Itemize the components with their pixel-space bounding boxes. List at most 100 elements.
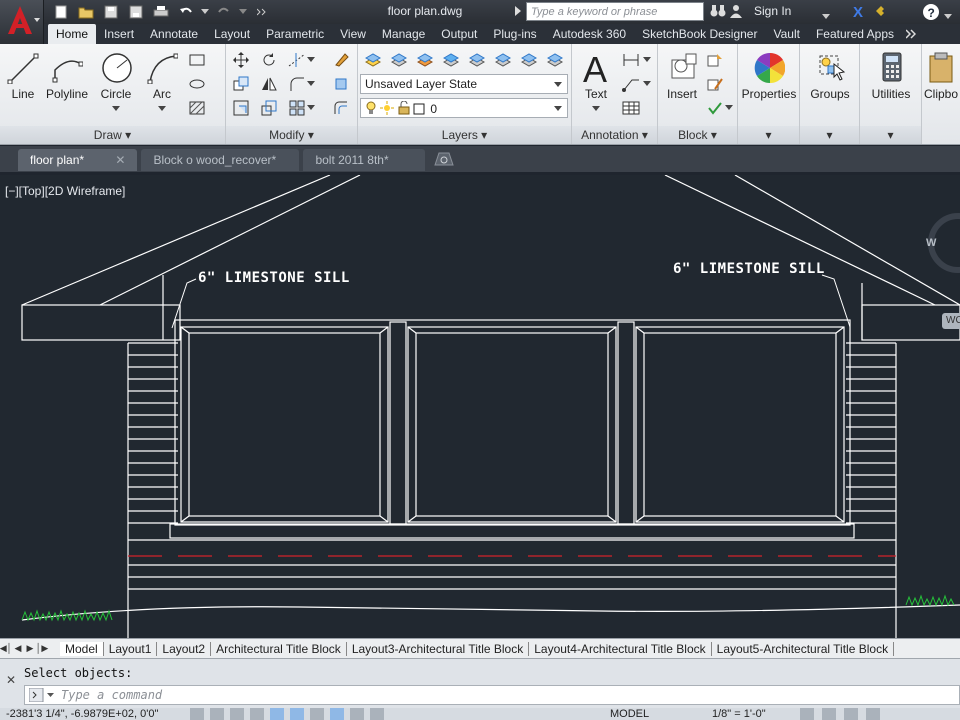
doc-tab-bolt-2011[interactable]: bolt 2011 8th* bbox=[303, 149, 426, 171]
arc-dropdown-icon[interactable] bbox=[158, 106, 166, 112]
layer-select[interactable]: 0 bbox=[360, 98, 568, 118]
new-icon[interactable] bbox=[50, 2, 72, 22]
redo-icon[interactable] bbox=[213, 2, 235, 22]
layer-freeze-icon[interactable] bbox=[440, 50, 462, 70]
tab-annotate[interactable]: Annotate bbox=[142, 24, 206, 44]
sign-in-link[interactable]: Sign In bbox=[754, 4, 791, 18]
layout-tab-layout2[interactable]: Layout2 bbox=[157, 641, 212, 656]
clipboard-button[interactable]: Clipbo bbox=[924, 50, 960, 101]
properties-panel-expand[interactable]: ▾ bbox=[738, 126, 799, 144]
layer-walk-icon[interactable] bbox=[518, 50, 540, 70]
save-icon[interactable] bbox=[100, 2, 122, 22]
polyline-tool-button[interactable]: Polyline bbox=[44, 50, 90, 101]
help-dropdown-icon[interactable] bbox=[874, 3, 890, 22]
offset-icon[interactable] bbox=[330, 98, 352, 118]
scale-icon[interactable] bbox=[258, 98, 280, 118]
wcs-menu-button[interactable]: WC bbox=[942, 313, 960, 329]
groups-button[interactable]: Groups bbox=[802, 50, 858, 101]
help-menu-dropdown-icon[interactable] bbox=[944, 9, 952, 23]
tab-vault[interactable]: Vault bbox=[765, 24, 807, 44]
tab-parametric[interactable]: Parametric bbox=[258, 24, 332, 44]
text-tool-button[interactable]: A Text bbox=[578, 49, 614, 115]
utilities-panel-expand[interactable]: ▾ bbox=[860, 126, 921, 144]
workspace-icon[interactable] bbox=[800, 708, 814, 720]
ellipse-icon[interactable] bbox=[186, 74, 208, 94]
tab-autodesk-360[interactable]: Autodesk 360 bbox=[545, 24, 634, 44]
lineweight-icon[interactable] bbox=[350, 708, 364, 720]
modify-panel-title[interactable]: Modify ▾ bbox=[226, 126, 357, 144]
settings-icon[interactable] bbox=[844, 708, 858, 720]
previous-layout-icon[interactable]: ◀ bbox=[12, 641, 24, 657]
close-tab-icon[interactable]: ✕ bbox=[115, 153, 125, 167]
grid-icon[interactable] bbox=[210, 708, 224, 720]
properties-button[interactable]: Properties bbox=[740, 50, 798, 101]
otrack-icon[interactable] bbox=[290, 708, 304, 720]
block-panel-title[interactable]: Block ▾ bbox=[658, 126, 737, 144]
coordinates-readout[interactable]: -2381'3 1/4", -6.9879E+02, 0'0" bbox=[6, 708, 158, 720]
layer-merge-icon[interactable] bbox=[544, 50, 566, 70]
trim-dropdown-icon[interactable] bbox=[306, 50, 316, 70]
application-menu-button[interactable] bbox=[0, 0, 44, 44]
layout-tab-layout4[interactable]: Layout4-Architectural Title Block bbox=[529, 641, 712, 656]
dyn-icon[interactable] bbox=[330, 708, 344, 720]
polar-icon[interactable] bbox=[250, 708, 264, 720]
move-icon[interactable] bbox=[230, 50, 252, 70]
tab-view[interactable]: View bbox=[332, 24, 374, 44]
ducs-icon[interactable] bbox=[310, 708, 324, 720]
dimension-icon[interactable] bbox=[620, 50, 642, 70]
layer-state-select[interactable]: Unsaved Layer State bbox=[360, 74, 568, 94]
last-layout-icon[interactable]: │▶ bbox=[36, 641, 49, 657]
drawing-canvas[interactable]: 6" LIMESTONE SILL 6" LIMESTONE SILL W WC bbox=[0, 175, 960, 638]
annotation-panel-title[interactable]: Annotation ▾ bbox=[572, 126, 657, 144]
tab-sketchbook-designer[interactable]: SketchBook Designer bbox=[634, 24, 765, 44]
exchange-icon[interactable]: X bbox=[852, 3, 870, 22]
edit-block-icon[interactable] bbox=[704, 74, 726, 94]
erase-icon[interactable] bbox=[330, 50, 352, 70]
left-sill-annotation[interactable]: 6" LIMESTONE SILL bbox=[198, 270, 350, 286]
layer-properties-icon[interactable] bbox=[362, 50, 384, 70]
ortho-icon[interactable] bbox=[230, 708, 244, 720]
leader-dropdown-icon[interactable] bbox=[642, 74, 652, 94]
new-tab-icon[interactable] bbox=[433, 149, 455, 172]
layout-tab-model[interactable]: Model bbox=[60, 641, 104, 656]
tab-manage[interactable]: Manage bbox=[374, 24, 433, 44]
save-as-icon[interactable] bbox=[125, 2, 147, 22]
rotate-icon[interactable] bbox=[258, 50, 280, 70]
table-icon[interactable] bbox=[620, 98, 642, 118]
tab-featured-apps[interactable]: Featured Apps bbox=[808, 24, 902, 44]
osnap-icon[interactable] bbox=[270, 708, 284, 720]
arc-tool-button[interactable]: Arc bbox=[142, 50, 182, 115]
edit-attributes-dropdown-icon[interactable] bbox=[724, 98, 734, 118]
layers-panel-title[interactable]: Layers ▾ bbox=[358, 126, 571, 144]
plot-icon[interactable] bbox=[150, 2, 172, 22]
next-layout-icon[interactable]: ▶ bbox=[24, 641, 36, 657]
sign-in-dropdown-icon[interactable] bbox=[822, 9, 830, 23]
layer-off-icon[interactable] bbox=[466, 50, 488, 70]
search-input[interactable]: Type a keyword or phrase bbox=[526, 2, 704, 21]
transparency-icon[interactable] bbox=[370, 708, 384, 720]
fillet-dropdown-icon[interactable] bbox=[306, 74, 316, 94]
right-sill-annotation[interactable]: 6" LIMESTONE SILL bbox=[673, 261, 825, 277]
create-block-icon[interactable] bbox=[704, 50, 726, 70]
layer-state-icon[interactable] bbox=[388, 50, 410, 70]
undo-icon[interactable] bbox=[175, 2, 197, 22]
binoculars-icon[interactable] bbox=[710, 4, 726, 21]
user-icon[interactable] bbox=[730, 4, 742, 21]
ribbon-more-tabs-icon[interactable] bbox=[902, 24, 920, 44]
leader-icon[interactable] bbox=[620, 74, 642, 94]
command-input[interactable]: Type a command bbox=[24, 685, 960, 705]
groups-panel-expand[interactable]: ▾ bbox=[800, 126, 859, 144]
lock-ui-icon[interactable] bbox=[822, 708, 836, 720]
doc-tab-block-o-wood[interactable]: Block o wood_recover* bbox=[141, 149, 300, 171]
viewport-controls-label[interactable]: [−][Top][2D Wireframe] bbox=[5, 184, 125, 198]
model-space-toggle[interactable]: MODEL bbox=[610, 708, 649, 720]
layer-lock-icon[interactable] bbox=[492, 50, 514, 70]
circle-dropdown-icon[interactable] bbox=[112, 106, 120, 112]
insert-tool-button[interactable]: Insert bbox=[662, 50, 702, 101]
circle-tool-button[interactable]: Circle bbox=[96, 50, 136, 115]
tab-plug-ins[interactable]: Plug-ins bbox=[485, 24, 544, 44]
doc-tab-floor-plan[interactable]: floor plan* ✕ bbox=[18, 149, 138, 171]
clean-screen-icon[interactable] bbox=[866, 708, 880, 720]
command-prompt-icon[interactable] bbox=[29, 688, 55, 702]
mirror-icon[interactable] bbox=[258, 74, 280, 94]
